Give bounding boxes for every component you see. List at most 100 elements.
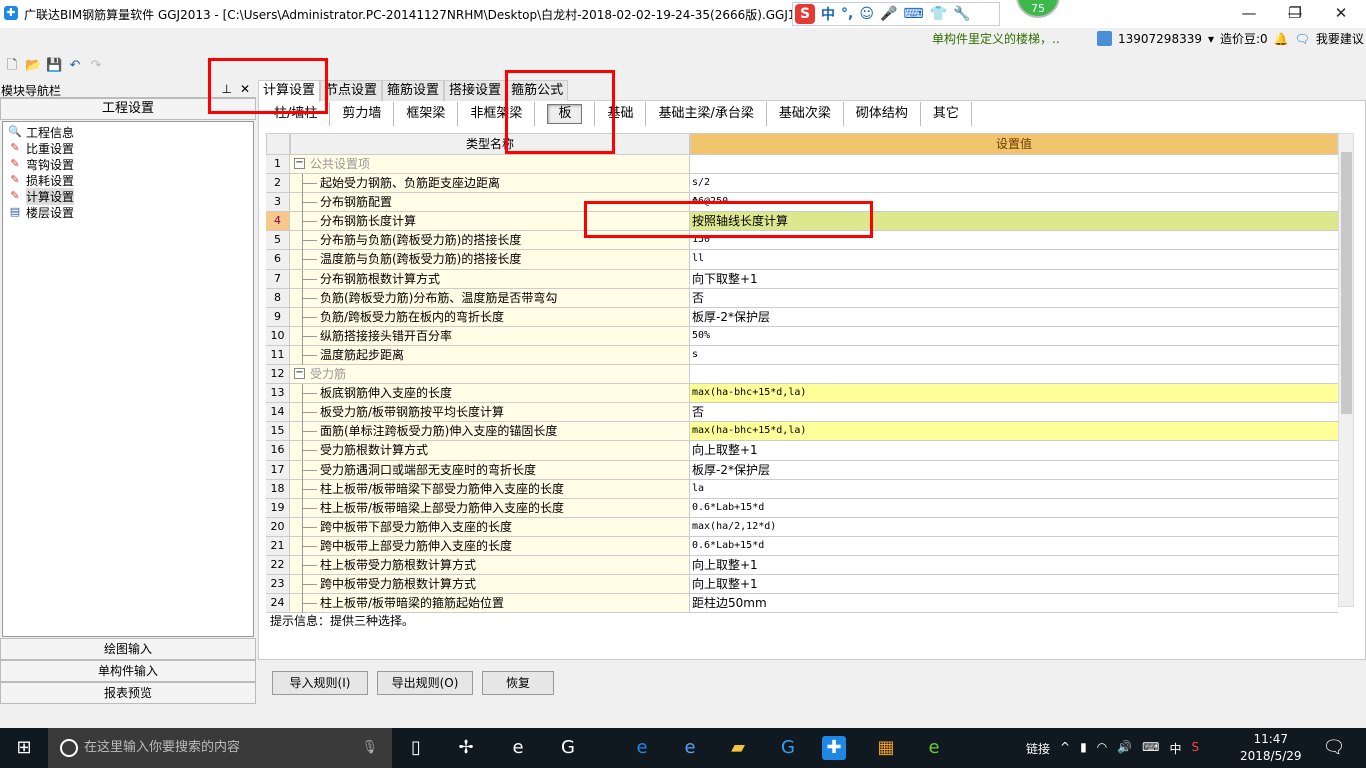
row-number[interactable]: 12 <box>266 365 290 384</box>
row-label-cell[interactable]: 分布筋与负筋(跨板受力筋)的搭接长度 <box>290 231 690 251</box>
row-label-cell[interactable]: 面筋(单标注跨板受力筋)伸入支座的锚固长度 <box>290 422 690 442</box>
taskbar-search[interactable]: 在这里输入你要搜索的内容 🎙 <box>48 728 392 768</box>
subtab-1[interactable]: 剪力墙 <box>330 102 395 126</box>
pin-icon[interactable]: ⊥ <box>222 82 232 96</box>
row-number[interactable]: 7 <box>266 269 290 288</box>
app-fan-icon[interactable]: ✢ <box>454 736 478 760</box>
row-value[interactable]: 150 <box>690 231 1338 249</box>
row-label-cell[interactable]: 分布钢筋配置 <box>290 193 690 213</box>
row-number[interactable]: 3 <box>266 193 290 212</box>
table-row[interactable]: 24 柱上板带/板带暗梁的箍筋起始位置 距柱边50mm <box>266 594 1338 614</box>
row-number[interactable]: 16 <box>266 441 290 460</box>
col-header-name[interactable]: 类型名称 <box>290 133 690 155</box>
row-label-cell[interactable]: 负筋/跨板受力筋在板内的弯折长度 <box>290 307 690 327</box>
row-label-cell[interactable]: 分布钢筋根数计算方式 <box>290 269 690 289</box>
row-label-cell[interactable]: 纵筋搭接接头错开百分率 <box>290 326 690 346</box>
table-row[interactable]: 10 纵筋搭接接头错开百分率 50% <box>266 326 1338 346</box>
export-rules-button[interactable]: 导出规则(O) <box>377 671 473 695</box>
file-explorer-icon[interactable]: ▰ <box>726 736 750 760</box>
row-label-cell[interactable]: 温度筋与负筋(跨板受力筋)的搭接长度 <box>290 250 690 270</box>
subtab-9[interactable]: 其它 <box>921 102 972 126</box>
row-number[interactable]: 1 <box>266 155 290 174</box>
row-number[interactable]: 23 <box>266 575 290 594</box>
table-row[interactable]: 2 起始受力钢筋、负筋距支座边距离 s/2 <box>266 174 1338 194</box>
new-file-icon[interactable]: 🗋 <box>4 58 20 74</box>
nav-single-input[interactable]: 单构件输入 <box>0 660 256 682</box>
ime-toolbar[interactable]: S 中 °, ☺ 🎤 ⌨ 👕 🔧 <box>792 2 1000 26</box>
tab-lap[interactable]: 搭接设置 <box>444 80 507 101</box>
group-row[interactable]: 12 − 受力筋 <box>266 365 1338 385</box>
notification-icon[interactable]: 🗨 <box>1322 736 1346 760</box>
restore-button[interactable]: 恢复 <box>482 671 554 695</box>
row-number[interactable]: 19 <box>266 498 290 517</box>
table-row[interactable]: 18 柱上板带/板带暗梁下部受力筋伸入支座的长度 la <box>266 479 1338 499</box>
table-row[interactable]: 19 柱上板带/板带暗梁上部受力筋伸入支座的长度 0.6*Lab+15*d <box>266 498 1338 518</box>
row-number[interactable]: 11 <box>266 345 290 365</box>
table-row[interactable]: 17 受力筋遇洞口或端部无支座时的弯折长度 板厚-2*保护层 <box>266 460 1338 480</box>
ie-icon[interactable]: e <box>678 736 702 760</box>
sogou-icon[interactable]: S <box>795 4 815 24</box>
row-value[interactable]: 0.6*Lab+15*d <box>690 499 1338 517</box>
mic-icon[interactable]: 🎙 <box>361 728 378 768</box>
row-number[interactable]: 20 <box>266 517 290 536</box>
nav-item-loss[interactable]: ✎ 损耗设置 <box>7 172 249 188</box>
row-value[interactable]: 50% <box>690 327 1338 345</box>
minimize-button-glyph[interactable]: — <box>1226 0 1272 28</box>
table-row[interactable]: 21 跨中板带上部受力筋伸入支座的长度 0.6*Lab+15*d <box>266 536 1338 556</box>
row-label-cell[interactable]: − 公共设置项 <box>290 155 690 174</box>
keyboard-icon[interactable]: ⌨ <box>1142 740 1159 757</box>
clock[interactable]: 11:47 2018/5/29 <box>1240 731 1302 765</box>
bell-icon[interactable]: 🔔 <box>1274 32 1289 46</box>
table-row[interactable]: 16 受力筋根数计算方式 向上取整+1 <box>266 441 1338 461</box>
vertical-scrollbar[interactable] <box>1338 133 1354 607</box>
row-value[interactable]: 否 <box>690 289 1338 307</box>
table-row[interactable]: 7 分布钢筋根数计算方式 向下取整+1 <box>266 269 1338 289</box>
suggest-icon[interactable]: 🗨 <box>1295 32 1310 46</box>
row-value[interactable]: 向上取整+1 <box>690 556 1338 574</box>
row-label-cell[interactable]: 柱上板带/板带暗梁下部受力筋伸入支座的长度 <box>290 479 690 499</box>
subtab-6[interactable]: 基础主梁/承台梁 <box>646 102 767 126</box>
row-number[interactable]: 9 <box>266 307 290 326</box>
row-number[interactable]: 8 <box>266 288 290 307</box>
group-row[interactable]: 1 − 公共设置项 <box>266 155 1338 175</box>
subtab-3[interactable]: 非框架梁 <box>458 102 536 126</box>
row-value[interactable]: Φ6@250 <box>690 193 1338 211</box>
ime-mode[interactable]: 中 <box>821 4 835 24</box>
punct-icon[interactable]: °, <box>841 6 853 22</box>
import-rules-button[interactable]: 导入规则(I) <box>272 671 368 695</box>
emoji-icon[interactable]: ☺ <box>859 6 874 22</box>
table-row[interactable]: 3 分布钢筋配置 Φ6@250 <box>266 193 1338 213</box>
row-label-cell[interactable]: 起始受力钢筋、负筋距支座边距离 <box>290 174 690 194</box>
table-row[interactable]: 14 板受力筋/板带钢筋按平均长度计算 否 <box>266 403 1338 423</box>
windows-start-icon[interactable]: ⊞ <box>12 736 36 760</box>
sogou-tray-icon[interactable]: S <box>1191 740 1199 757</box>
subtab-2[interactable]: 框架梁 <box>394 102 459 126</box>
row-number[interactable]: 15 <box>266 422 290 441</box>
subtab-4[interactable]: 板 <box>535 102 596 126</box>
input-lang[interactable]: 中 <box>1169 740 1181 757</box>
nav-item-hook[interactable]: ✎ 弯钩设置 <box>7 156 249 172</box>
row-value[interactable]: ll <box>690 250 1338 268</box>
row-value[interactable]: 距柱边50mm <box>690 594 1338 612</box>
redo-icon[interactable]: ↷ <box>88 58 104 74</box>
table-row[interactable]: 4 分布钢筋长度计算 按照轴线长度计算 <box>266 212 1338 232</box>
table-row[interactable]: 23 跨中板带受力筋根数计算方式 向上取整+1 <box>266 575 1338 595</box>
row-number[interactable]: 21 <box>266 536 290 555</box>
scroll-thumb[interactable] <box>1341 152 1352 414</box>
row-label-cell[interactable]: − 受力筋 <box>290 365 690 384</box>
row-value[interactable]: 0.6*Lab+15*d <box>690 537 1338 555</box>
save-icon[interactable]: 💾 <box>46 58 62 74</box>
nav-item-calc[interactable]: ✎ 计算设置 <box>7 187 249 205</box>
row-label-cell[interactable]: 板受力筋/板带钢筋按平均长度计算 <box>290 403 690 423</box>
row-value[interactable]: max(ha-bhc+15*d,la) <box>690 384 1338 403</box>
row-value[interactable]: 向上取整+1 <box>690 441 1338 459</box>
edge-icon[interactable]: e <box>630 736 654 760</box>
table-row[interactable]: 8 负筋(跨板受力筋)分布筋、温度筋是否带弯勾 否 <box>266 288 1338 308</box>
row-value[interactable]: 否 <box>690 403 1338 421</box>
row-number[interactable]: 18 <box>266 479 290 498</box>
row-label-cell[interactable]: 受力筋根数计算方式 <box>290 441 690 461</box>
row-value[interactable]: max(ha/2,12*d) <box>690 518 1338 536</box>
keyboard-icon[interactable]: ⌨ <box>903 6 923 22</box>
row-value[interactable]: 向下取整+1 <box>690 270 1338 288</box>
table-row[interactable]: 9 负筋/跨板受力筋在板内的弯折长度 板厚-2*保护层 <box>266 307 1338 327</box>
